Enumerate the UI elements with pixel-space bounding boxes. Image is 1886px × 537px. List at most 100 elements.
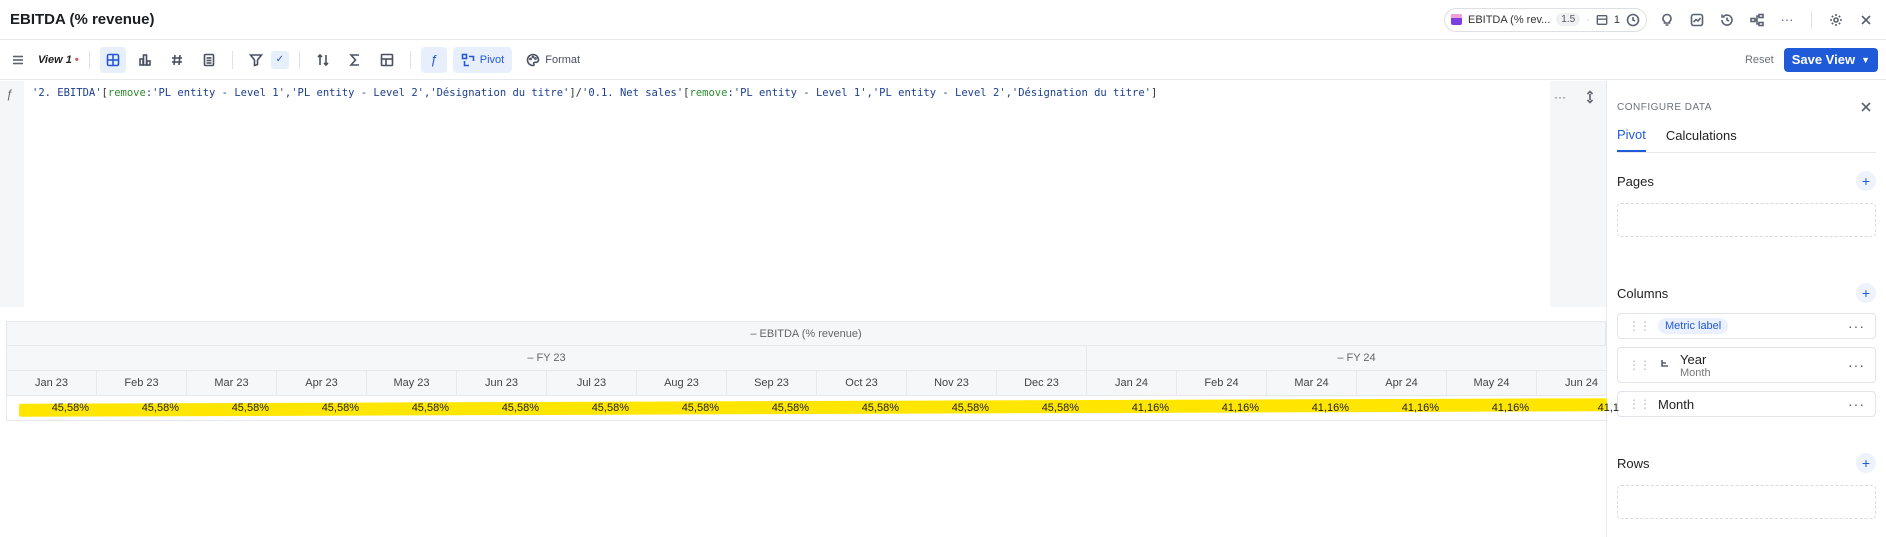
value-cell[interactable]: 41,16% <box>1357 396 1447 420</box>
value-cell[interactable]: 45,58% <box>547 396 637 420</box>
month-header-cell[interactable]: Jun 23 <box>457 371 547 395</box>
value-cell[interactable]: 45,58% <box>97 396 187 420</box>
value-cell[interactable]: 45,58% <box>637 396 727 420</box>
month-header-cell[interactable]: Nov 23 <box>907 371 997 395</box>
divider <box>298 50 300 69</box>
history-clock-icon[interactable] <box>1626 13 1640 27</box>
toolbar-right: Reset Save View ▼ <box>1745 47 1878 72</box>
pivot-table: – EBITDA (% revenue) – FY 23– FY 24 Jan … <box>6 321 1627 421</box>
value-cell[interactable]: 45,58% <box>457 396 547 420</box>
view-name[interactable]: View 1 • <box>38 54 79 66</box>
value-cell[interactable]: 41,16% <box>1177 396 1267 420</box>
lightbulb-icon[interactable] <box>1657 10 1677 30</box>
month-header-cell[interactable]: Feb 23 <box>97 371 187 395</box>
month-header-cell[interactable]: Sep 23 <box>727 371 817 395</box>
table-view-button[interactable] <box>99 46 126 73</box>
column-field-year[interactable]: ⋮⋮ Year Month ··· <box>1617 347 1876 383</box>
value-cell[interactable]: 45,58% <box>187 396 277 420</box>
function-icon: ƒ <box>6 87 13 101</box>
formula-button[interactable]: ƒ <box>420 46 447 73</box>
value-cell[interactable]: 41,1 <box>1537 396 1627 420</box>
hierarchy-icon[interactable] <box>1747 10 1767 30</box>
year-group-header[interactable]: – FY 24 <box>1087 346 1627 370</box>
month-header-cell[interactable]: Mar 24 <box>1267 371 1357 395</box>
month-header-cell[interactable]: Apr 24 <box>1357 371 1447 395</box>
pivot-button[interactable]: Pivot <box>452 46 513 73</box>
close-icon[interactable] <box>1856 10 1876 30</box>
year-group-header[interactable]: – FY 23 <box>7 346 1087 370</box>
month-header-cell[interactable]: Feb 24 <box>1177 371 1267 395</box>
value-cell[interactable]: 45,58% <box>907 396 997 420</box>
sort-button[interactable] <box>310 47 336 73</box>
settings-gear-icon[interactable] <box>1826 10 1846 30</box>
number-view-button[interactable] <box>164 47 190 73</box>
drag-handle-icon[interactable]: ⋮⋮ <box>1628 319 1651 333</box>
format-button[interactable]: Format <box>518 47 588 73</box>
add-page-button[interactable]: + <box>1856 171 1876 191</box>
formula-token: remove <box>689 87 728 99</box>
month-header-cell[interactable]: Apr 23 <box>277 371 367 395</box>
field-more-icon[interactable]: ··· <box>1848 318 1865 334</box>
metric-chip[interactable]: EBITDA (% rev... 1.5 · 1 <box>1443 7 1647 32</box>
formula-token: :'PL entity - Level 1','PL entity - Leve… <box>145 87 570 99</box>
save-view-button[interactable]: Save View ▼ <box>1783 47 1878 72</box>
panel-tabs: Pivot Calculations <box>1617 127 1876 153</box>
layout-button[interactable] <box>374 47 400 73</box>
month-header-cell[interactable]: May 24 <box>1447 371 1537 395</box>
view-count-icon <box>1596 14 1608 26</box>
more-icon[interactable]: ··· <box>1777 10 1797 30</box>
filter-check-icon[interactable]: ✓ <box>270 50 289 69</box>
formula-token: ]/ <box>569 87 583 99</box>
month-header-cell[interactable]: Jan 23 <box>7 371 97 395</box>
month-header-cell[interactable]: Dec 23 <box>997 371 1087 395</box>
metric-chip-label: EBITDA (% rev... <box>1467 13 1551 26</box>
month-header-cell[interactable]: Oct 23 <box>817 371 907 395</box>
month-header-cell[interactable]: Aug 23 <box>637 371 727 395</box>
column-field-metric-label[interactable]: ⋮⋮ Metric label ··· <box>1617 313 1876 339</box>
resize-handle-icon[interactable] <box>1580 87 1600 107</box>
column-field-month[interactable]: ⋮⋮ Month ··· <box>1617 391 1876 417</box>
value-cell[interactable]: 45,58% <box>727 396 817 420</box>
chart-widget-icon[interactable] <box>1687 10 1707 30</box>
reset-button[interactable]: Reset <box>1745 54 1774 66</box>
drag-handle-icon[interactable]: ⋮⋮ <box>1628 397 1651 411</box>
sum-button[interactable] <box>342 47 368 73</box>
panel-header: CONFIGURE DATA Pivot Calculations <box>1607 81 1886 153</box>
panel-close-icon[interactable] <box>1856 97 1876 117</box>
value-cell[interactable]: 45,58% <box>817 396 907 420</box>
metric-header[interactable]: – EBITDA (% revenue) <box>6 321 1606 346</box>
pages-title: Pages <box>1617 173 1654 189</box>
columns-title: Columns <box>1617 285 1669 301</box>
month-header-cell[interactable]: Jan 24 <box>1087 371 1177 395</box>
formula-editor[interactable]: '2. EBITDA'[remove:'PL entity - Level 1'… <box>24 81 1550 307</box>
value-cell[interactable]: 41,16% <box>1087 396 1177 420</box>
month-header-cell[interactable]: May 23 <box>367 371 457 395</box>
month-header-cell[interactable]: Mar 23 <box>187 371 277 395</box>
value-cell[interactable]: 45,58% <box>277 396 367 420</box>
formula-more-icon[interactable]: ··· <box>1550 87 1570 107</box>
formula-token: '2. EBITDA' <box>32 87 102 99</box>
metric-label-tag: Metric label <box>1658 318 1729 334</box>
main-area: ƒ '2. EBITDA'[remove:'PL entity - Level … <box>0 81 1627 537</box>
sheet-view-button[interactable] <box>196 47 222 73</box>
add-row-button[interactable]: + <box>1856 453 1876 473</box>
chart-view-button[interactable] <box>132 47 158 73</box>
tab-pivot[interactable]: Pivot <box>1617 127 1646 152</box>
value-cell[interactable]: 41,16% <box>1267 396 1357 420</box>
menu-icon[interactable] <box>8 50 28 70</box>
history-icon[interactable] <box>1717 10 1737 30</box>
field-more-icon[interactable]: ··· <box>1848 396 1865 412</box>
value-cell[interactable]: 41,16% <box>1447 396 1537 420</box>
field-more-icon[interactable]: ··· <box>1848 357 1865 373</box>
value-cell[interactable]: 45,58% <box>997 396 1087 420</box>
drag-handle-icon[interactable]: ⋮⋮ <box>1628 358 1651 372</box>
tab-calculations[interactable]: Calculations <box>1666 128 1737 151</box>
pages-drop-zone[interactable] <box>1617 203 1876 237</box>
value-cell[interactable]: 45,58% <box>367 396 457 420</box>
field-left: ⋮⋮ Year Month <box>1628 352 1711 379</box>
rows-drop-zone[interactable] <box>1617 485 1876 519</box>
filter-button[interactable] <box>243 47 269 73</box>
add-column-button[interactable]: + <box>1856 283 1876 303</box>
value-cell[interactable]: 45,58% <box>7 396 97 420</box>
month-header-cell[interactable]: Jul 23 <box>547 371 637 395</box>
